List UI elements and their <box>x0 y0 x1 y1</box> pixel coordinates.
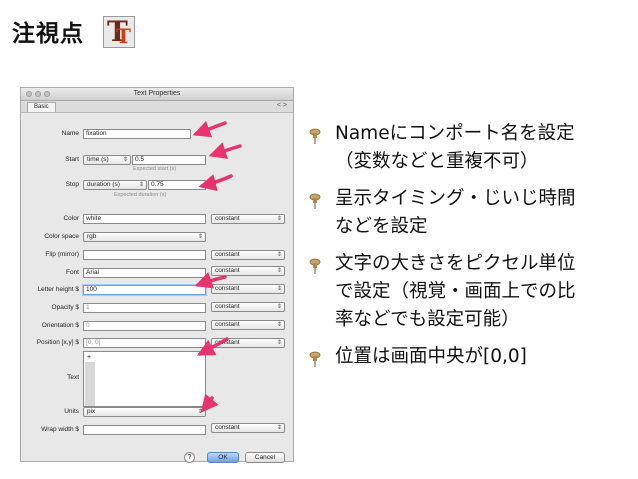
units-value: pix <box>87 408 96 415</box>
chevron-updown-icon: ⇕ <box>122 157 128 163</box>
text-scrollbar[interactable] <box>85 362 95 406</box>
flip-mode-select[interactable]: constant ⇕ <box>211 250 285 260</box>
bullet-text: Nameにコンポート名を設定 （変数などと重複不可） <box>335 123 575 172</box>
start-hint: Expected start (s) <box>133 166 177 172</box>
letter-height-label: Letter height $ <box>37 286 79 293</box>
start-field[interactable]: 0.5 <box>132 155 206 165</box>
ok-button[interactable]: OK <box>207 452 239 463</box>
orientation-mode-select[interactable]: constant ⇕ <box>211 320 285 330</box>
font-field[interactable]: Arial <box>83 268 206 278</box>
text-properties-dialog: Text Properties Basic < > Name fixation … <box>20 87 294 463</box>
flip-mode-value: constant <box>215 251 240 258</box>
font-label: Font <box>65 269 79 276</box>
stop-label: Stop <box>65 181 79 188</box>
position-label: Position [x,y] $ <box>36 339 79 346</box>
chevron-updown-icon: ⇕ <box>276 268 282 274</box>
flip-field[interactable] <box>83 250 206 260</box>
title-bar: Text Properties <box>21 88 293 101</box>
start-type-value: time (s) <box>87 156 109 163</box>
opacity-mode-value: constant <box>215 303 240 310</box>
stop-hint: Expected duration (s) <box>114 192 167 198</box>
bullet-item: 文字の大きさをピクセル単位 で設定（視覚・画面上での比 率などでも設定可能） <box>305 250 630 334</box>
orientation-label: Orientation $ <box>41 322 79 329</box>
pushpin-icon <box>309 258 321 274</box>
letter-height-mode-select[interactable]: constant ⇕ <box>211 284 285 294</box>
color-mode-select[interactable]: constant ⇕ <box>211 214 285 224</box>
color-space-value: rgb <box>87 233 97 240</box>
chevron-updown-icon: ⇕ <box>276 286 282 292</box>
wrap-width-mode-value: constant <box>215 424 240 431</box>
chevron-updown-icon: ⇕ <box>276 216 282 222</box>
chevron-updown-icon: ⇕ <box>276 304 282 310</box>
position-mode-value: constant <box>215 339 240 346</box>
bullet-list: Nameにコンポート名を設定 （変数などと重複不可） 呈示タイミング・じいじ時間… <box>305 120 630 371</box>
color-field[interactable]: white <box>83 214 206 224</box>
bullet-text: 位置は画面中央が[0,0] <box>335 346 527 367</box>
letter-height-mode-value: constant <box>215 285 240 292</box>
opacity-label: Opacity $ <box>51 304 79 311</box>
units-label: Units <box>64 408 79 415</box>
opacity-mode-select[interactable]: constant ⇕ <box>211 302 285 312</box>
bullet-item: 位置は画面中央が[0,0] <box>305 343 630 371</box>
window-title: Text Properties <box>133 90 181 97</box>
chevron-updown-icon: ⇕ <box>276 340 282 346</box>
cancel-button[interactable]: Cancel <box>245 452 285 463</box>
opacity-field[interactable]: 1 <box>83 303 206 313</box>
bullet-item: 呈示タイミング・じいじ時間 などを設定 <box>305 185 630 241</box>
name-label: Name <box>61 130 79 137</box>
pushpin-icon <box>309 351 321 367</box>
chevron-updown-icon: ⇕ <box>276 425 282 431</box>
bullet-text: 呈示タイミング・じいじ時間 などを設定 <box>335 188 576 237</box>
units-select[interactable]: pix ⇕ <box>83 407 206 417</box>
tab-strip: Basic < > <box>21 101 293 113</box>
bullet-item: Nameにコンポート名を設定 （変数などと重複不可） <box>305 120 630 176</box>
color-space-label: Color space <box>44 233 79 240</box>
chevron-updown-icon: ⇕ <box>197 409 203 415</box>
text-value: + <box>87 354 92 361</box>
chevron-updown-icon: ⇕ <box>138 182 144 188</box>
start-label: Start <box>65 156 79 163</box>
wrap-width-mode-select[interactable]: constant ⇕ <box>211 423 285 433</box>
wrap-width-field[interactable] <box>83 425 206 435</box>
text-component-icon: TT <box>103 16 135 48</box>
orientation-field[interactable]: 0 <box>83 321 206 331</box>
stop-field[interactable]: 0.75 <box>148 180 206 190</box>
help-button[interactable]: ? <box>184 452 195 463</box>
color-label: Color <box>63 215 79 222</box>
name-field[interactable]: fixation <box>83 129 191 139</box>
pushpin-icon <box>309 193 321 209</box>
tab-basic[interactable]: Basic <box>27 102 56 112</box>
color-space-select[interactable]: rgb ⇕ <box>83 232 206 242</box>
tab-nav-arrows[interactable]: < > <box>277 102 287 109</box>
text-label: Text <box>67 374 79 381</box>
stop-type-value: duration (s) <box>87 181 120 188</box>
pushpin-icon <box>309 128 321 144</box>
font-mode-select[interactable]: constant ⇕ <box>211 266 285 276</box>
wrap-width-label: Wrap width $ <box>41 426 79 433</box>
text-area[interactable]: + <box>83 351 206 407</box>
position-mode-select[interactable]: constant ⇕ <box>211 338 285 348</box>
chevron-updown-icon: ⇕ <box>276 322 282 328</box>
letter-height-field[interactable]: 100 <box>83 285 206 295</box>
stop-type-select[interactable]: duration (s) ⇕ <box>83 180 147 190</box>
slide-title: 注視点 <box>12 21 84 47</box>
start-type-select[interactable]: time (s) ⇕ <box>83 155 131 165</box>
orientation-mode-value: constant <box>215 321 240 328</box>
flip-label: Flip (mirror) <box>45 251 79 258</box>
bullet-text: 文字の大きさをピクセル単位 で設定（視覚・画面上での比 率などでも設定可能） <box>335 253 576 330</box>
chevron-updown-icon: ⇕ <box>276 252 282 258</box>
color-mode-value: constant <box>215 215 240 222</box>
font-mode-value: constant <box>215 267 240 274</box>
chevron-updown-icon: ⇕ <box>197 234 203 240</box>
position-field[interactable]: [0, 0] <box>83 338 206 348</box>
